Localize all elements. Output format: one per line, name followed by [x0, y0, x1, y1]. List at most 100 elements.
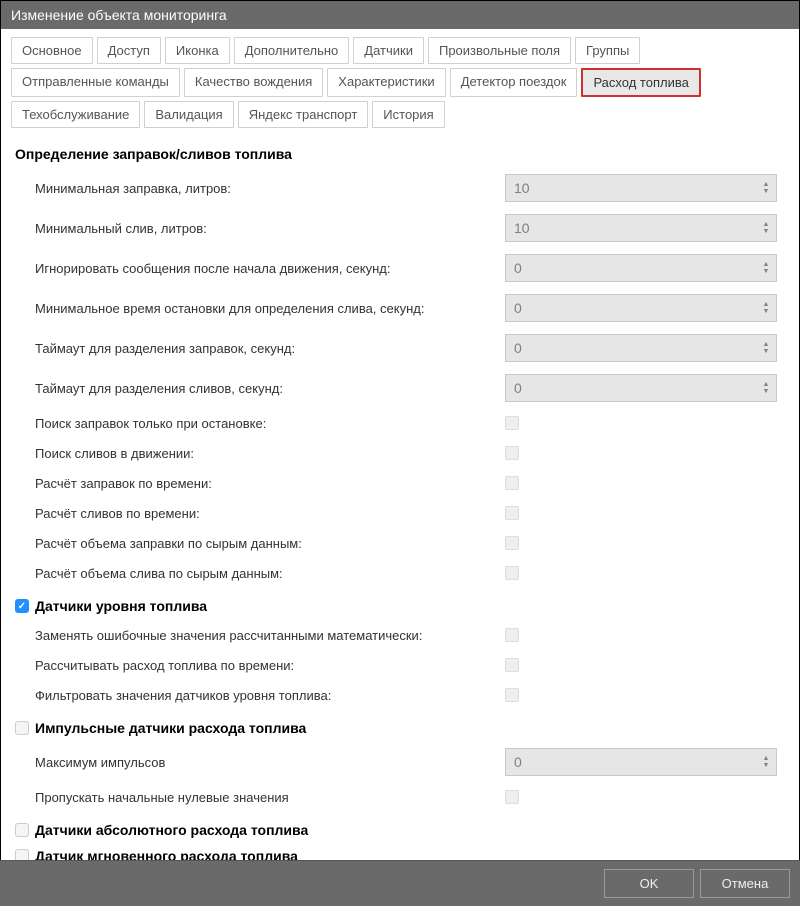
setting-row: Таймаут для разделения сливов, секунд:0▲… [15, 368, 785, 408]
checkbox[interactable] [505, 506, 519, 520]
setting-label: Максимум импульсов [35, 755, 505, 770]
setting-label: Игнорировать сообщения после начала движ… [35, 261, 505, 276]
setting-label: Расчёт объема слива по сырым данным: [35, 566, 505, 581]
setting-label: Пропускать начальные нулевые значения [35, 790, 505, 805]
window-title: Изменение объекта мониторинга [1, 1, 799, 29]
tab[interactable]: Характеристики [327, 68, 445, 97]
checkbox[interactable] [505, 658, 519, 672]
spinner-arrows-icon[interactable]: ▲▼ [756, 375, 776, 401]
spinner-arrows-icon[interactable]: ▲▼ [756, 295, 776, 321]
tab[interactable]: Детектор поездок [450, 68, 578, 97]
spinner-value[interactable]: 0 [506, 335, 756, 361]
checkbox[interactable] [505, 790, 519, 804]
spinner-value[interactable]: 0 [506, 375, 756, 401]
tab[interactable]: Техобслуживание [11, 101, 140, 128]
setting-label: Фильтровать значения датчиков уровня топ… [35, 688, 505, 703]
section-title: Определение заправок/сливов топлива [15, 146, 292, 162]
setting-label: Поиск сливов в движении: [35, 446, 505, 461]
spinner-value[interactable]: 0 [506, 295, 756, 321]
checkbox[interactable] [505, 446, 519, 460]
setting-label: Расчёт заправок по времени: [35, 476, 505, 491]
spinner-value[interactable]: 0 [506, 255, 756, 281]
tab[interactable]: Дополнительно [234, 37, 350, 64]
tab[interactable]: Валидация [144, 101, 233, 128]
tab[interactable]: Группы [575, 37, 640, 64]
spinner-arrows-icon[interactable]: ▲▼ [756, 175, 776, 201]
section-title: Датчики абсолютного расхода топлива [35, 822, 308, 838]
tab[interactable]: Качество вождения [184, 68, 323, 97]
checkbox[interactable] [505, 416, 519, 430]
setting-label: Заменять ошибочные значения рассчитанным… [35, 628, 505, 643]
spinner-value[interactable]: 10 [506, 175, 756, 201]
checkbox[interactable] [505, 566, 519, 580]
section-title: Датчики уровня топлива [35, 598, 207, 614]
number-spinner[interactable]: 10▲▼ [505, 214, 777, 242]
checkbox-icon[interactable] [15, 721, 29, 735]
ok-button[interactable]: OK [604, 869, 694, 898]
setting-label: Таймаут для разделения заправок, секунд: [35, 341, 505, 356]
spinner-arrows-icon[interactable]: ▲▼ [756, 255, 776, 281]
section-impulse-sensors[interactable]: Импульсные датчики расхода топлива [15, 720, 785, 736]
setting-row: Поиск заправок только при остановке: [15, 408, 785, 438]
setting-row: Расчёт сливов по времени: [15, 498, 785, 528]
number-spinner[interactable]: 0▲▼ [505, 334, 777, 362]
section-absolute-sensors[interactable]: Датчики абсолютного расхода топлива [15, 822, 785, 838]
checkbox[interactable] [505, 688, 519, 702]
section-fuel-level-sensors[interactable]: ✓ Датчики уровня топлива [15, 598, 785, 614]
tab[interactable]: Иконка [165, 37, 230, 64]
tab[interactable]: Отправленные команды [11, 68, 180, 97]
setting-row: Расчёт объема заправки по сырым данным: [15, 528, 785, 558]
setting-label: Расчёт объема заправки по сырым данным: [35, 536, 505, 551]
tab[interactable]: Произвольные поля [428, 37, 571, 64]
setting-row: Пропускать начальные нулевые значения [15, 782, 785, 812]
setting-row: Минимальное время остановки для определе… [15, 288, 785, 328]
section-fillings-drains: Определение заправок/сливов топлива [15, 146, 785, 162]
tab[interactable]: История [372, 101, 444, 128]
setting-row: Минимальный слив, литров:10▲▼ [15, 208, 785, 248]
cancel-button[interactable]: Отмена [700, 869, 790, 898]
tabs-row-3: ТехобслуживаниеВалидацияЯндекс транспорт… [1, 101, 799, 132]
setting-label: Минимальный слив, литров: [35, 221, 505, 236]
spinner-value[interactable]: 0 [506, 749, 756, 775]
setting-label: Минимальное время остановки для определе… [35, 301, 505, 316]
setting-label: Минимальная заправка, литров: [35, 181, 505, 196]
setting-row: Фильтровать значения датчиков уровня топ… [15, 680, 785, 710]
section-title: Импульсные датчики расхода топлива [35, 720, 306, 736]
setting-label: Расчёт сливов по времени: [35, 506, 505, 521]
tab[interactable]: Расход топлива [581, 68, 700, 97]
spinner-value[interactable]: 10 [506, 215, 756, 241]
setting-row: Расчёт заправок по времени: [15, 468, 785, 498]
setting-row: Максимум импульсов0▲▼ [15, 742, 785, 782]
checkbox-icon[interactable]: ✓ [15, 599, 29, 613]
number-spinner[interactable]: 0▲▼ [505, 254, 777, 282]
number-spinner[interactable]: 0▲▼ [505, 748, 777, 776]
number-spinner[interactable]: 0▲▼ [505, 374, 777, 402]
tab[interactable]: Яндекс транспорт [238, 101, 369, 128]
tab[interactable]: Датчики [353, 37, 424, 64]
setting-row: Минимальная заправка, литров:10▲▼ [15, 168, 785, 208]
checkbox[interactable] [505, 628, 519, 642]
tabs-row-2: Отправленные командыКачество вожденияХар… [1, 68, 799, 101]
setting-row: Рассчитывать расход топлива по времени: [15, 650, 785, 680]
content-area: Определение заправок/сливов топлива Мини… [1, 132, 799, 880]
checkbox[interactable] [505, 536, 519, 550]
tab[interactable]: Основное [11, 37, 93, 64]
checkbox[interactable] [505, 476, 519, 490]
setting-row: Заменять ошибочные значения рассчитанным… [15, 620, 785, 650]
tabs-row-1: ОсновноеДоступИконкаДополнительноДатчики… [1, 29, 799, 68]
spinner-arrows-icon[interactable]: ▲▼ [756, 335, 776, 361]
setting-label: Поиск заправок только при остановке: [35, 416, 505, 431]
tab[interactable]: Доступ [97, 37, 161, 64]
setting-label: Таймаут для разделения сливов, секунд: [35, 381, 505, 396]
setting-label: Рассчитывать расход топлива по времени: [35, 658, 505, 673]
number-spinner[interactable]: 10▲▼ [505, 174, 777, 202]
dialog-footer: OK Отмена [0, 860, 800, 906]
setting-row: Поиск сливов в движении: [15, 438, 785, 468]
spinner-arrows-icon[interactable]: ▲▼ [756, 749, 776, 775]
checkbox-icon[interactable] [15, 823, 29, 837]
setting-row: Расчёт объема слива по сырым данным: [15, 558, 785, 588]
setting-row: Игнорировать сообщения после начала движ… [15, 248, 785, 288]
spinner-arrows-icon[interactable]: ▲▼ [756, 215, 776, 241]
number-spinner[interactable]: 0▲▼ [505, 294, 777, 322]
setting-row: Таймаут для разделения заправок, секунд:… [15, 328, 785, 368]
